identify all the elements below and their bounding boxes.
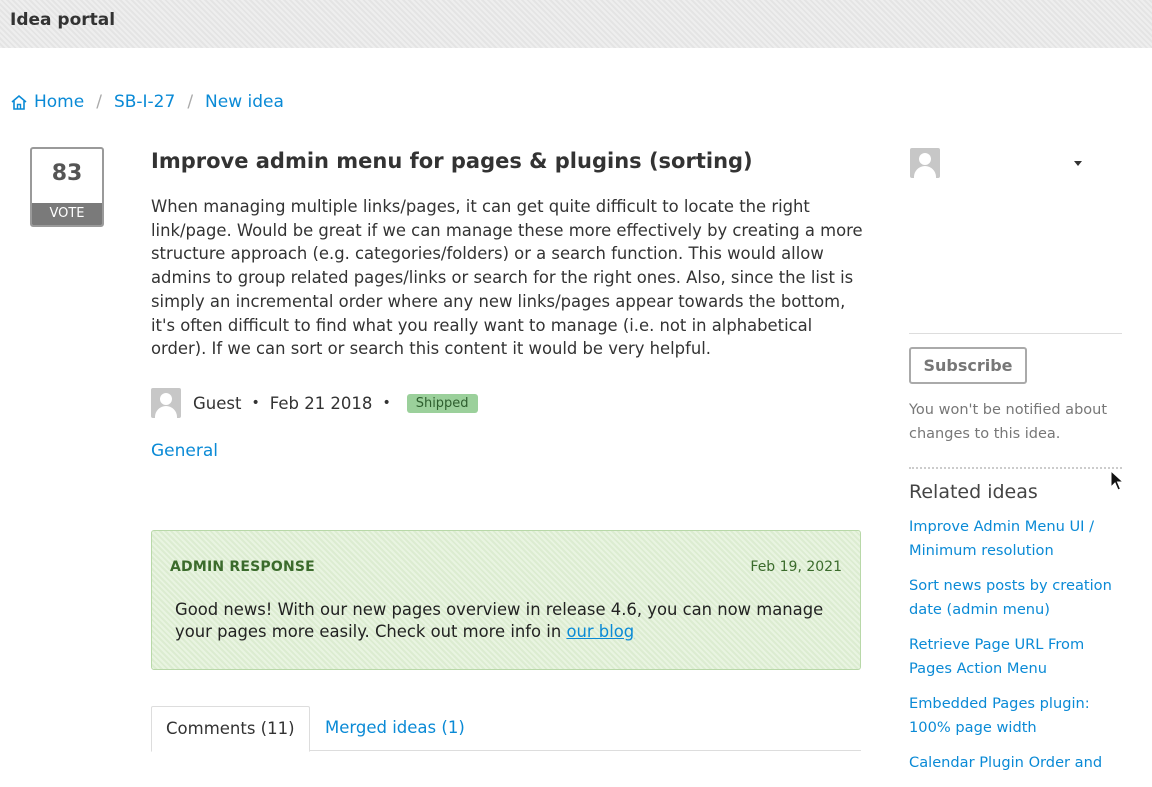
idea-date: Feb 21 2018 <box>269 393 373 413</box>
breadcrumb-separator: / <box>187 92 194 112</box>
subscribe-button[interactable]: Subscribe <box>909 347 1027 384</box>
related-idea-link[interactable]: Sort news posts by creation date (admin … <box>909 574 1129 621</box>
separator-dot: • <box>251 395 260 411</box>
vote-label: VOTE <box>32 203 102 225</box>
breadcrumb-home-label: Home <box>34 92 85 112</box>
breadcrumb-home[interactable]: Home <box>10 92 84 112</box>
related-ideas-list: Improve Admin Menu UI / Minimum resoluti… <box>909 515 1129 787</box>
breadcrumb-idea-id[interactable]: SB-I-27 <box>114 92 175 112</box>
idea-meta: Guest • Feb 21 2018 • Shipped <box>151 388 478 418</box>
portal-title[interactable]: Idea portal <box>10 10 115 30</box>
related-idea-link[interactable]: Retrieve Page URL From Pages Action Menu <box>909 633 1129 680</box>
related-idea-link[interactable]: Embedded Pages plugin: 100% page width <box>909 692 1129 739</box>
breadcrumb: Home / SB-I-27 / New idea <box>10 92 284 112</box>
admin-response-heading: ADMIN RESPONSE <box>170 559 315 575</box>
admin-response-body: Good news! With our new pages overview i… <box>175 600 824 641</box>
blog-link[interactable]: our blog <box>566 622 634 641</box>
idea-tabs: Comments (11) Merged ideas (1) <box>151 706 861 752</box>
status-badge: Shipped <box>406 393 478 413</box>
user-avatar-icon[interactable] <box>910 148 940 178</box>
author-name: Guest <box>193 393 242 413</box>
home-icon <box>11 94 27 110</box>
divider <box>909 467 1122 469</box>
user-avatar-icon <box>151 388 181 418</box>
tab-merged-ideas[interactable]: Merged ideas (1) <box>311 706 479 750</box>
related-ideas-title: Related ideas <box>909 481 1038 503</box>
breadcrumb-separator: / <box>96 92 102 112</box>
vote-button[interactable]: 83 VOTE <box>30 147 104 227</box>
chevron-down-icon[interactable] <box>1074 161 1082 166</box>
tab-comments[interactable]: Comments (11) <box>151 706 310 752</box>
top-bar: Idea portal <box>0 0 1152 48</box>
separator-dot: • <box>382 395 391 411</box>
admin-response-date: Feb 19, 2021 <box>750 559 842 575</box>
mouse-cursor-icon <box>1110 470 1124 491</box>
related-idea-link[interactable]: Improve Admin Menu UI / Minimum resoluti… <box>909 515 1129 562</box>
breadcrumb-new-idea[interactable]: New idea <box>205 92 284 112</box>
admin-response: ADMIN RESPONSE Feb 19, 2021 Good news! W… <box>151 530 861 670</box>
divider <box>909 333 1122 334</box>
admin-response-text: Good news! With our new pages overview i… <box>175 599 835 643</box>
idea-description: When managing multiple links/pages, it c… <box>151 197 863 359</box>
category-link[interactable]: General <box>151 441 218 461</box>
subscribe-note: You won't be notified about changes to t… <box>909 402 1108 442</box>
idea-title: Improve admin menu for pages & plugins (… <box>151 149 753 173</box>
vote-count: 83 <box>51 161 83 186</box>
related-idea-link[interactable]: Calendar Plugin Order and <box>909 751 1129 775</box>
